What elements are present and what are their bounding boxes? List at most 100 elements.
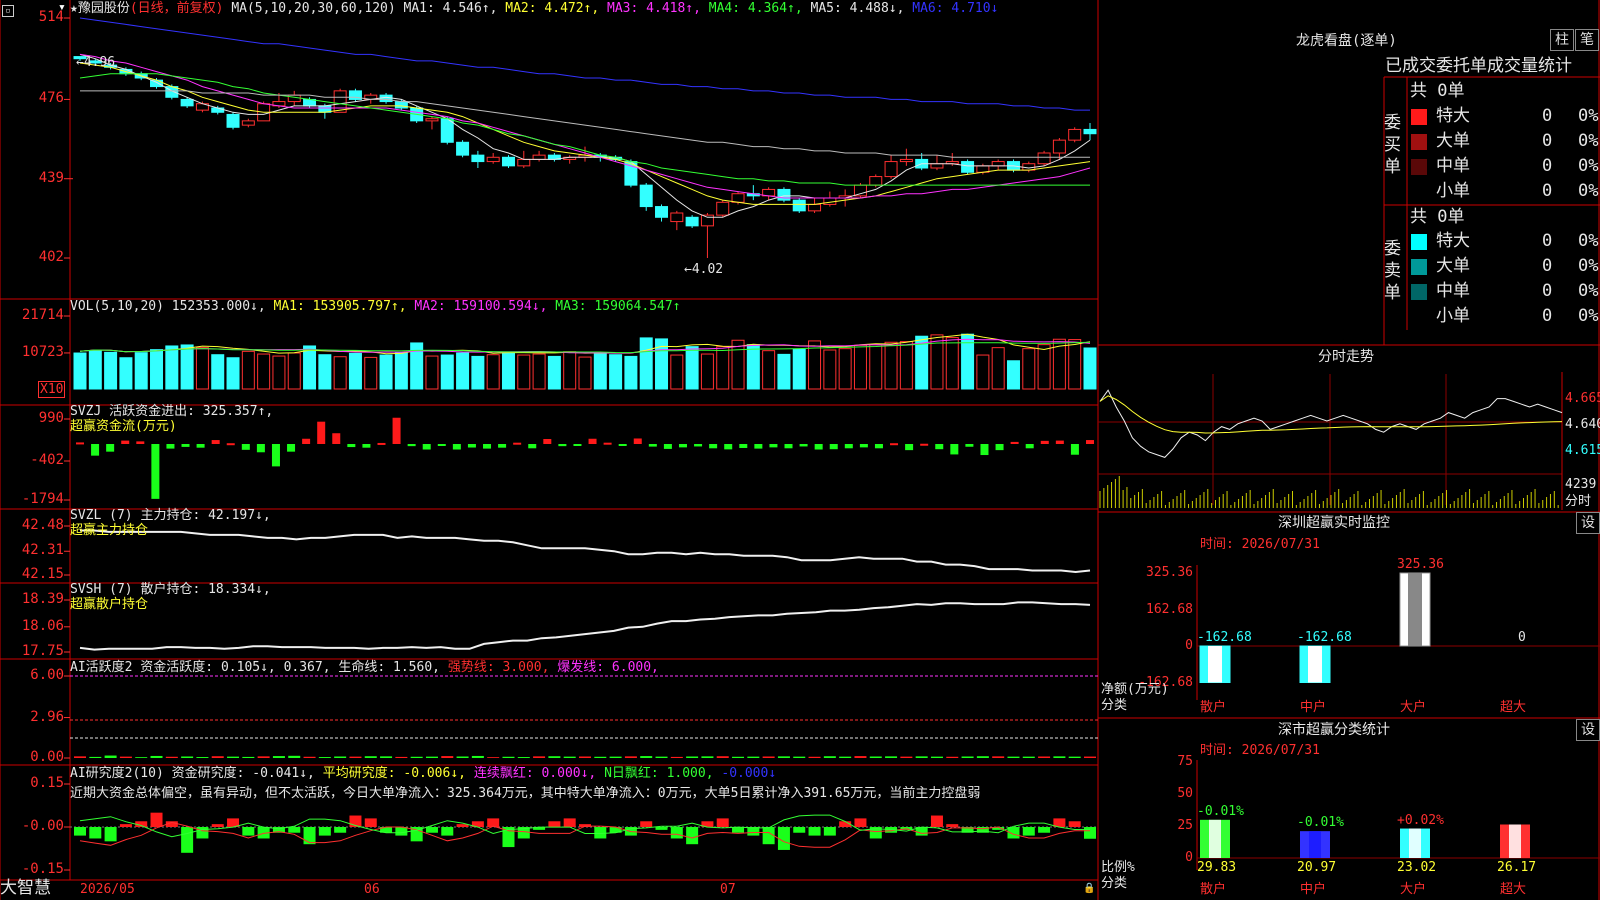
svzj-bar-6 — [166, 444, 175, 449]
candle-66 — [1083, 128, 1097, 135]
svzj-bar-42 — [709, 444, 718, 449]
sell-row-pct-3: 0% — [1578, 306, 1599, 326]
x-tick-jul: 07 — [720, 882, 736, 897]
ai1-bar-66 — [1084, 756, 1096, 758]
monitor-ytick-0: 325.36 — [1146, 565, 1193, 580]
monitor-cat-0: 散户 — [1200, 700, 1227, 715]
stock-name[interactable]: 豫园股份 — [78, 1, 130, 16]
svzj-bar-40 — [678, 444, 687, 448]
svzj-sub: 超赢资金流(万元) — [70, 419, 177, 434]
candle-39 — [670, 212, 684, 223]
candle-48 — [808, 203, 822, 212]
stat-foot-unit: 比例% — [1101, 860, 1135, 875]
tick-mode-button[interactable]: 笔 — [1575, 29, 1599, 51]
price-ytick-0: 514 — [38, 9, 64, 25]
vol-bar-37 — [639, 337, 653, 390]
ai1-bar-8 — [196, 757, 209, 758]
buy-row-pct-0: 0% — [1578, 106, 1599, 126]
bar-mode-button[interactable]: 柱 — [1550, 29, 1574, 51]
buy-row-swatch-2 — [1411, 159, 1427, 175]
sell-row-swatch-0 — [1411, 234, 1427, 250]
vol-bar-50 — [838, 348, 852, 390]
vol-bar-10 — [226, 357, 240, 390]
sell-row-count-2: 0 — [1542, 281, 1553, 301]
period-label[interactable]: (日线，前复权) — [130, 1, 224, 16]
ai1-bar-54 — [900, 756, 913, 758]
ai1-bar-60 — [992, 756, 1005, 758]
svzl-sub: 超赢主力持仓 — [70, 523, 149, 538]
vol-bar-63 — [1037, 344, 1051, 390]
ai1-bar-35 — [609, 756, 622, 758]
vol-bar-32 — [563, 351, 577, 390]
monitor-settings-button[interactable]: 设 — [1576, 512, 1600, 534]
ai2-bar-66 — [1084, 827, 1096, 839]
x-tick-may: 2026/05 — [80, 882, 135, 897]
buy-row-count-1: 0 — [1542, 131, 1553, 151]
ai1-bar-2 — [104, 755, 117, 758]
ai2-value-1: 平均研究度: -0.006↓, — [322, 766, 474, 781]
sell-total: 共 0单 — [1410, 207, 1465, 227]
buy-row-count-0: 0 — [1542, 106, 1553, 126]
svzj-bar-65 — [1055, 440, 1064, 444]
svzj-bar-41 — [694, 444, 703, 447]
candle-46 — [777, 188, 791, 201]
candle-43 — [731, 193, 745, 203]
vol-value-3: MA3: 159064.547↑ — [555, 299, 681, 314]
svzj-bar-50 — [829, 444, 838, 450]
ai1-bar-9 — [211, 756, 224, 758]
ai1-bar-58 — [961, 756, 974, 758]
lock-icon[interactable]: 🔒 — [1083, 881, 1095, 896]
vol-bar-2 — [104, 351, 118, 390]
intraday-title[interactable]: 分时走势 — [1318, 350, 1374, 365]
ai2-value-3: N日飘红: 1.000, — [604, 766, 722, 781]
candle-30 — [532, 154, 546, 160]
candle-47 — [792, 199, 806, 212]
right-subtitle: 已成交委托单成交量统计 — [1385, 56, 1572, 76]
vol-ytick-1: 10723 — [21, 343, 64, 360]
price-ytick-3: 402 — [38, 249, 64, 265]
vol-value-1: MA1: 153905.797↑, — [273, 299, 415, 314]
ai2-bar-49 — [823, 827, 836, 836]
stat-settings-button[interactable]: 设 — [1576, 719, 1600, 741]
ai2-bar-37 — [640, 821, 653, 827]
ai1-bar-16 — [318, 757, 331, 758]
vol-title: VOL(5,10,20) — [70, 299, 164, 314]
candle-28 — [501, 156, 515, 167]
intraday-ytick-high: 4.665 — [1565, 391, 1600, 406]
price-ytick-1: 476 — [38, 90, 64, 107]
intraday-price-line — [1099, 389, 1563, 458]
ai2-bar-48 — [808, 827, 821, 836]
svzj-bar-48 — [799, 444, 808, 447]
svzj-bar-4 — [136, 441, 145, 444]
x-tick-jun: 06 — [364, 882, 380, 897]
vol-multiplier[interactable]: X10 — [38, 381, 66, 398]
monitor-time: 时间: 2026/07/31 — [1200, 537, 1320, 552]
svzj-bar-14 — [287, 444, 296, 452]
intraday-vol-max: 4239 — [1565, 477, 1597, 492]
candle-63 — [1037, 152, 1051, 165]
monitor-cat-2: 大户 — [1400, 700, 1427, 715]
svzj-bar-35 — [603, 442, 612, 445]
chart-header: ★豫园股份(日线，前复权) MA(5,10,20,30,60,120) MA1:… — [70, 1, 998, 16]
stat-cat-1: 中户 — [1300, 882, 1327, 897]
sell-row-label-1: 大单 — [1436, 256, 1470, 276]
svzj-bar-51 — [844, 444, 853, 449]
intraday-ytick-low: 4.615 — [1565, 443, 1600, 458]
buy-row-pct-1: 0% — [1578, 131, 1599, 151]
vol-bar-4 — [134, 352, 148, 390]
candle-42 — [716, 201, 730, 216]
stat-change-1: -0.01% — [1297, 815, 1344, 831]
svzj-bar-23 — [422, 444, 431, 450]
vol-bar-6 — [165, 345, 179, 390]
svzj-bar-21 — [392, 417, 401, 444]
stat-ytick-0: 75 — [1177, 754, 1193, 769]
ai2-bar-32 — [563, 818, 576, 827]
stat-bar-core-3 — [1509, 824, 1521, 858]
stat-change-2: +0.02% — [1397, 812, 1444, 828]
svzj-header: SVZJ 活跃资金进出: 325.357↑, — [70, 404, 274, 419]
vol-bar-17 — [333, 356, 347, 390]
candle-24 — [440, 118, 454, 143]
svzj-bar-29 — [513, 442, 522, 445]
vol-bar-66 — [1083, 347, 1097, 390]
sell-row-label-3: 小单 — [1436, 306, 1470, 326]
